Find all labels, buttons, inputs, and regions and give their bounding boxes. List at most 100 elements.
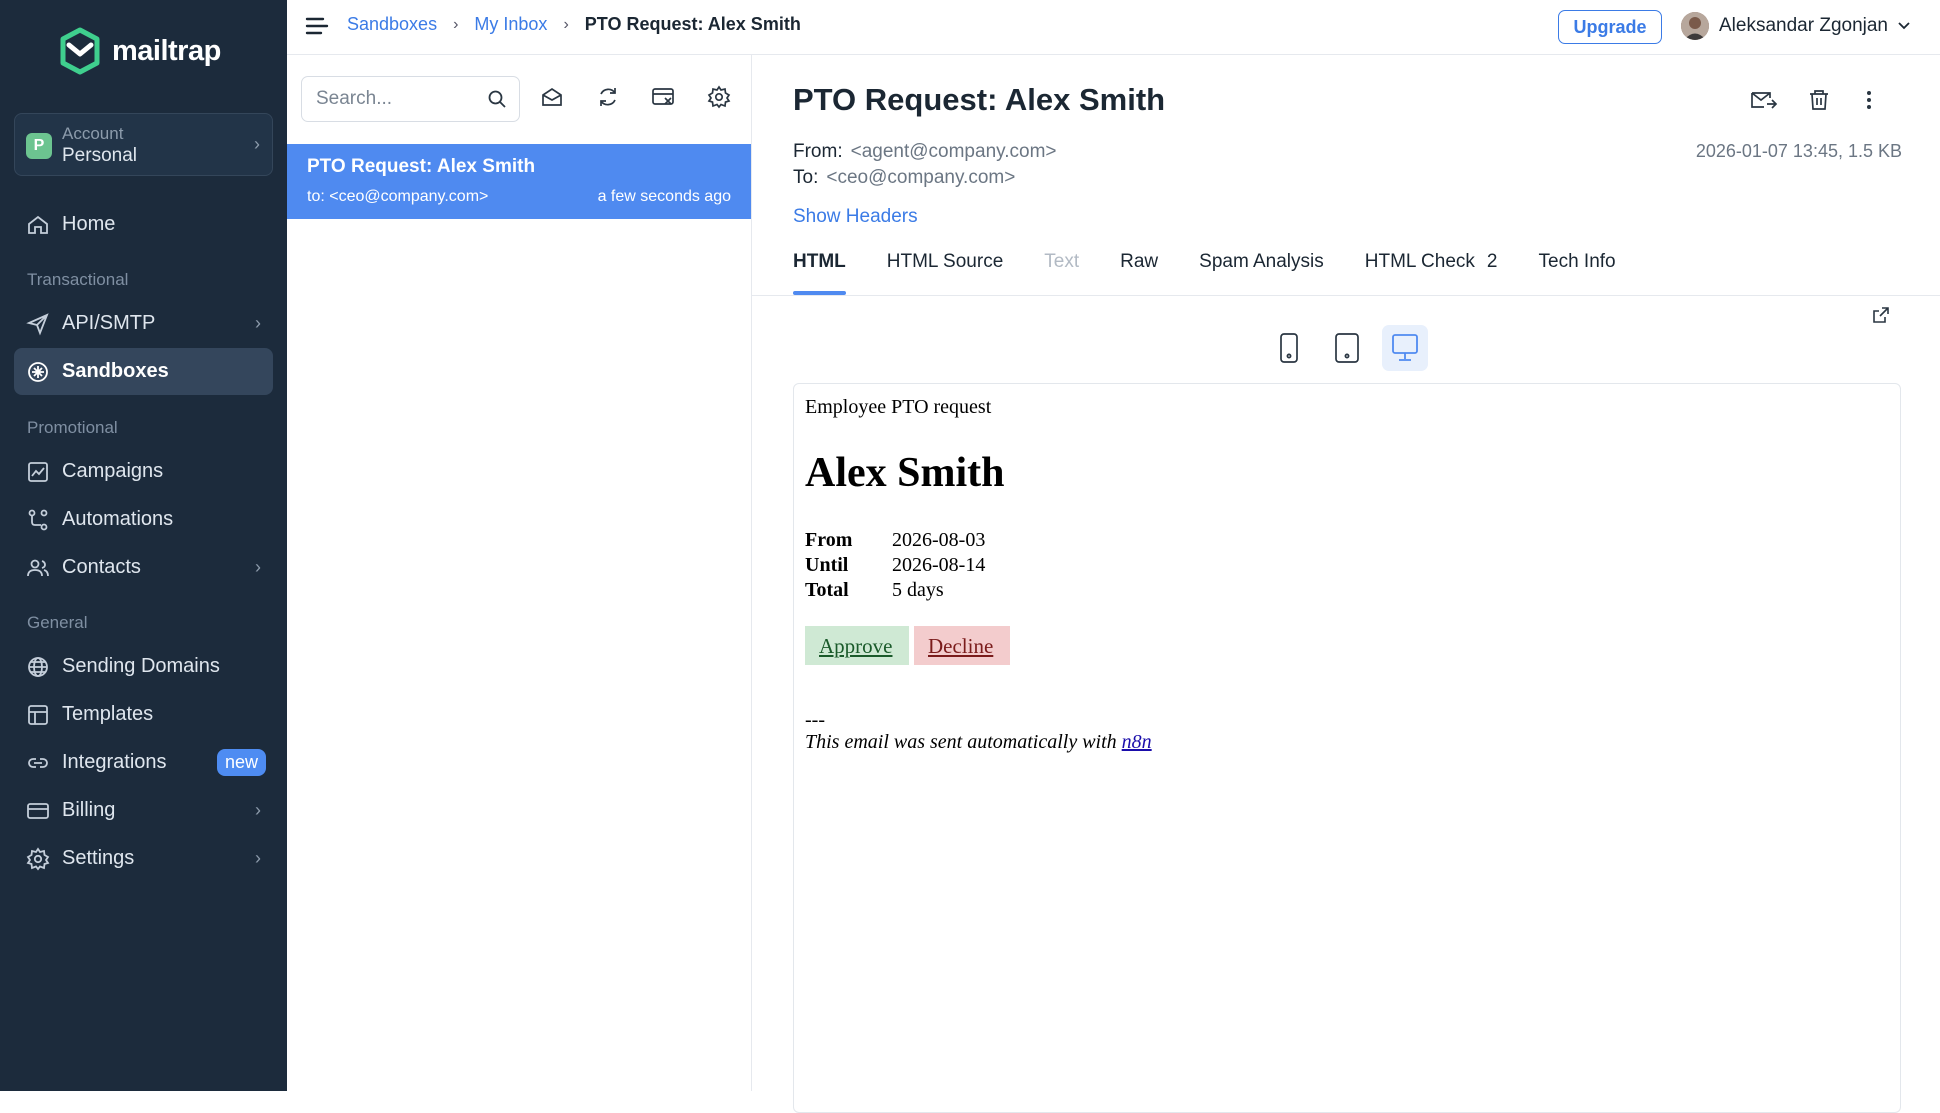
new-badge: new bbox=[216, 749, 266, 776]
avatar bbox=[1681, 12, 1709, 40]
tab-text: Text bbox=[1044, 251, 1079, 293]
search-box bbox=[301, 76, 520, 122]
hamburger-icon bbox=[305, 17, 329, 35]
row-key: Total bbox=[805, 579, 849, 601]
home-icon bbox=[28, 215, 48, 234]
tab-count-badge: 2 bbox=[1486, 251, 1498, 272]
search-input[interactable] bbox=[302, 77, 482, 121]
row-key: Until bbox=[805, 554, 849, 576]
nav-billing[interactable]: Billing › bbox=[14, 787, 273, 834]
users-icon bbox=[27, 559, 49, 576]
nav-templates-label: Templates bbox=[62, 703, 154, 725]
nav-billing-label: Billing bbox=[62, 799, 116, 821]
tab-label: Raw bbox=[1120, 251, 1159, 272]
delete-button[interactable] bbox=[1807, 88, 1831, 112]
nav-section-general: General bbox=[27, 613, 88, 632]
breadcrumb-current: PTO Request: Alex Smith bbox=[584, 14, 801, 34]
send-icon bbox=[26, 312, 49, 336]
more-options-button[interactable] bbox=[1864, 88, 1874, 112]
sandbox-icon bbox=[28, 361, 48, 382]
nav-automations[interactable]: Automations bbox=[14, 496, 273, 543]
chevron-right-icon: › bbox=[255, 557, 261, 577]
gear-icon bbox=[26, 846, 50, 870]
open-in-new-window-button[interactable] bbox=[1871, 305, 1891, 325]
row-value: 5 days bbox=[892, 579, 944, 601]
nav-api-smtp[interactable]: API/SMTP › bbox=[14, 300, 273, 347]
nav-contacts-label: Contacts bbox=[62, 556, 141, 578]
desktop-view-button[interactable] bbox=[1382, 325, 1428, 371]
tab-html-check[interactable]: HTML Check 2 bbox=[1365, 251, 1498, 293]
mobile-view-button[interactable] bbox=[1266, 325, 1312, 371]
nav-contacts[interactable]: Contacts › bbox=[14, 544, 273, 591]
list-item[interactable]: PTO Request: Alex Smith to: <ceo@company… bbox=[287, 144, 751, 219]
message-detail-pane: PTO Request: Alex Smith From: <agent@comp… bbox=[752, 55, 1940, 1113]
tab-tech-info[interactable]: Tech Info bbox=[1539, 251, 1616, 293]
search-icon bbox=[488, 90, 506, 108]
approve-button[interactable]: Approve bbox=[805, 626, 909, 665]
tab-html-source[interactable]: HTML Source bbox=[887, 251, 1004, 293]
tab-label: Text bbox=[1044, 251, 1080, 272]
nav-campaigns[interactable]: Campaigns bbox=[14, 448, 273, 495]
logo[interactable]: mailtrap bbox=[58, 27, 221, 75]
mark-read-button[interactable] bbox=[540, 85, 564, 109]
message-time: a few seconds ago bbox=[597, 188, 731, 205]
nav-templates[interactable]: Templates bbox=[14, 691, 273, 738]
breadcrumb-sandboxes[interactable]: Sandboxes bbox=[347, 14, 437, 35]
trash-icon bbox=[1810, 90, 1828, 110]
to-field: To: <ceo@company.com> bbox=[793, 167, 1015, 189]
nav-sending-domains[interactable]: Sending Domains bbox=[14, 643, 273, 690]
nav-home-label: Home bbox=[62, 213, 116, 235]
tab-label: Tech Info bbox=[1538, 251, 1616, 272]
tab-spam-analysis[interactable]: Spam Analysis bbox=[1199, 251, 1324, 293]
tab-raw[interactable]: Raw bbox=[1120, 251, 1158, 293]
user-menu[interactable]: Aleksandar Zgonjan bbox=[1681, 12, 1910, 40]
tab-html[interactable]: HTML bbox=[793, 251, 846, 295]
nav-api-smtp-label: API/SMTP bbox=[62, 312, 156, 334]
flow-icon bbox=[28, 509, 48, 530]
chevron-right-icon: › bbox=[255, 848, 261, 868]
nav-home[interactable]: Home bbox=[14, 201, 273, 248]
decline-button[interactable]: Decline bbox=[914, 626, 1010, 665]
message-meta: 2026-01-07 13:45, 1.5 KB bbox=[1695, 141, 1902, 161]
tab-label: Spam Analysis bbox=[1199, 251, 1324, 272]
mailtrap-logo-icon bbox=[60, 27, 100, 75]
account-switcher[interactable]: P Account Personal › bbox=[14, 113, 273, 176]
inbox-settings-button[interactable] bbox=[707, 85, 731, 109]
row-key: From bbox=[805, 529, 853, 551]
tablet-view-button[interactable] bbox=[1324, 325, 1370, 371]
globe-icon bbox=[28, 656, 48, 677]
nav-integrations[interactable]: Integrations new bbox=[14, 739, 273, 786]
menu-toggle-button[interactable] bbox=[305, 15, 329, 37]
preview-heading: Alex Smith bbox=[805, 450, 1005, 496]
clear-inbox-button[interactable] bbox=[651, 85, 677, 109]
message-list-pane: PTO Request: Alex Smith to: <ceo@company… bbox=[287, 55, 752, 1091]
refresh-button[interactable] bbox=[596, 85, 620, 109]
phone-icon bbox=[1280, 333, 1298, 363]
forward-mail-icon bbox=[1751, 92, 1778, 109]
from-value: <agent@company.com> bbox=[850, 141, 1057, 162]
n8n-link[interactable]: n8n bbox=[1122, 731, 1152, 753]
account-avatar: P bbox=[26, 133, 52, 159]
to-label: To: bbox=[793, 167, 819, 188]
table-row: Until 2026-08-14 bbox=[805, 554, 985, 577]
footer-text: This email was sent automatically with bbox=[805, 731, 1117, 753]
sidebar: mailtrap P Account Personal › Home Trans… bbox=[0, 0, 287, 1091]
message-recipient: to: <ceo@company.com> bbox=[307, 188, 489, 205]
account-label: Account bbox=[62, 124, 124, 143]
forward-button[interactable] bbox=[1750, 88, 1778, 112]
nav-sandboxes[interactable]: Sandboxes bbox=[14, 348, 273, 395]
row-value: 2026-08-14 bbox=[892, 554, 986, 576]
upgrade-button[interactable]: Upgrade bbox=[1558, 10, 1662, 44]
preview-intro: Employee PTO request bbox=[805, 396, 992, 418]
breadcrumb-my-inbox[interactable]: My Inbox bbox=[474, 14, 547, 35]
row-value: 2026-08-03 bbox=[892, 529, 986, 551]
tab-label: HTML Check bbox=[1364, 251, 1475, 272]
preview-separator: --- bbox=[805, 709, 825, 731]
monitor-icon bbox=[1392, 334, 1418, 361]
nav-settings[interactable]: Settings › bbox=[14, 835, 273, 882]
chart-line-icon bbox=[28, 461, 48, 482]
show-headers-link[interactable]: Show Headers bbox=[793, 206, 918, 228]
user-name: Aleksandar Zgonjan bbox=[1719, 15, 1888, 36]
nav-section-transactional: Transactional bbox=[27, 270, 129, 289]
logo-text: mailtrap bbox=[112, 34, 221, 67]
